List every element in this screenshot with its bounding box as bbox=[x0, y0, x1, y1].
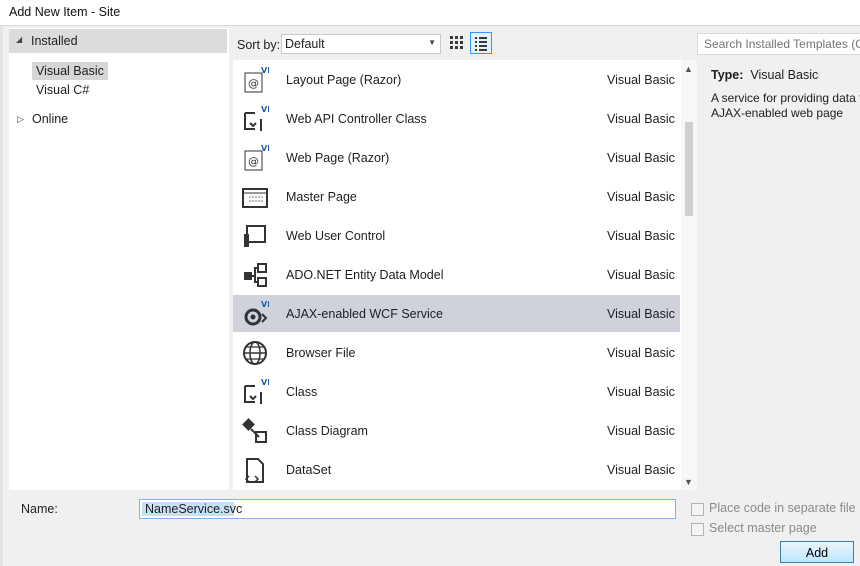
search-templates-field[interactable] bbox=[697, 33, 860, 55]
template-list[interactable]: @ VB Layout Page (Razor) Visual Basic VB… bbox=[233, 60, 681, 490]
template-row[interactable]: VB Web API Controller Class Visual Basic bbox=[233, 100, 680, 137]
template-name: Web API Controller Class bbox=[286, 112, 427, 126]
scrollbar-thumb[interactable] bbox=[685, 122, 693, 216]
template-name: Class bbox=[286, 385, 318, 399]
template-type-label: Type: bbox=[711, 68, 744, 82]
toolbar: Sort by: Default ▼ bbox=[233, 30, 693, 58]
scroll-up-icon[interactable]: ▲ bbox=[684, 64, 693, 74]
template-row[interactable]: Browser File Visual Basic bbox=[233, 334, 680, 371]
search-input[interactable] bbox=[702, 36, 860, 52]
template-type-value: Visual Basic bbox=[750, 68, 819, 82]
template-language: Visual Basic bbox=[607, 112, 675, 126]
grid-view-icon bbox=[450, 36, 463, 49]
svg-text:VB: VB bbox=[261, 300, 269, 309]
template-description: A service for providing data to an AJAX-… bbox=[711, 91, 860, 120]
checkbox-box[interactable] bbox=[691, 523, 704, 536]
select-master-page-checkbox[interactable]: Select master page bbox=[691, 521, 860, 537]
dataset-icon bbox=[244, 458, 264, 483]
svg-text:VB: VB bbox=[261, 144, 269, 153]
template-language: Visual Basic bbox=[607, 268, 675, 282]
window-title: Add New Item - Site bbox=[9, 5, 121, 19]
template-name: ADO.NET Entity Data Model bbox=[286, 268, 444, 282]
chevron-down-icon: ▼ bbox=[428, 38, 436, 47]
category-tree: ◢ Installed Visual Basic Visual C# ▷ Onl… bbox=[9, 28, 229, 490]
wcf-service-icon: VB bbox=[244, 300, 269, 326]
template-name: Web Page (Razor) bbox=[286, 151, 390, 165]
template-name: Master Page bbox=[286, 190, 357, 204]
template-name: Layout Page (Razor) bbox=[286, 73, 402, 87]
browser-file-icon bbox=[243, 341, 267, 365]
name-input[interactable] bbox=[143, 501, 667, 517]
template-row-selected[interactable]: VB AJAX-enabled WCF Service Visual Basic bbox=[233, 295, 680, 332]
svg-text:VB: VB bbox=[261, 66, 269, 75]
template-row[interactable]: Master Page Visual Basic bbox=[233, 178, 680, 215]
template-language: Visual Basic bbox=[607, 190, 675, 204]
template-details-pane: Type: Visual Basic A service for providi… bbox=[703, 60, 860, 490]
class-icon: VB bbox=[244, 378, 269, 404]
template-name: AJAX-enabled WCF Service bbox=[286, 307, 444, 321]
medium-icons-view-button[interactable] bbox=[446, 32, 468, 54]
list-view-icon bbox=[475, 37, 487, 51]
collapsed-arrow-icon[interactable]: ▷ bbox=[17, 114, 24, 125]
razor-page-icon: @ VB bbox=[244, 144, 269, 171]
template-row[interactable]: Class Diagram Visual Basic bbox=[233, 412, 680, 449]
checkbox-box[interactable] bbox=[691, 503, 704, 516]
entity-model-icon bbox=[244, 263, 267, 287]
select-master-label: Select master page bbox=[709, 521, 817, 535]
template-language: Visual Basic bbox=[607, 385, 675, 399]
template-language: Visual Basic bbox=[607, 229, 675, 243]
template-list-scrollbar[interactable]: ▲ ▼ bbox=[681, 60, 697, 490]
template-name: Web User Control bbox=[286, 229, 386, 243]
template-row[interactable]: @ VB Web Page (Razor) Visual Basic bbox=[233, 139, 680, 176]
place-code-label: Place code in separate file bbox=[709, 501, 856, 515]
template-row[interactable]: @ VB Layout Page (Razor) Visual Basic bbox=[233, 61, 680, 98]
template-row[interactable]: ADO.NET Entity Data Model Visual Basic bbox=[233, 256, 680, 293]
tree-item-visual-basic[interactable]: Visual Basic bbox=[32, 62, 108, 80]
user-control-icon bbox=[244, 225, 266, 247]
template-language: Visual Basic bbox=[607, 307, 675, 321]
template-name: Browser File bbox=[286, 346, 356, 360]
template-row[interactable]: DataSet Visual Basic bbox=[233, 451, 680, 488]
expanded-arrow-icon[interactable]: ◢ bbox=[16, 35, 22, 44]
template-name: Class Diagram bbox=[286, 424, 368, 438]
add-button[interactable]: Add bbox=[780, 541, 854, 563]
title-bar: Add New Item - Site bbox=[0, 0, 860, 26]
sort-by-dropdown[interactable]: Default ▼ bbox=[281, 34, 441, 54]
tree-node-installed[interactable]: ◢ Installed bbox=[9, 29, 227, 53]
tree-item-visual-csharp[interactable]: Visual C# bbox=[32, 81, 93, 99]
tree-node-online-label: Online bbox=[32, 112, 69, 126]
svg-text:@: @ bbox=[248, 155, 259, 168]
svg-text:VB: VB bbox=[261, 105, 269, 114]
template-type: Type: Visual Basic bbox=[711, 68, 818, 82]
template-row[interactable]: Web User Control Visual Basic bbox=[233, 217, 680, 254]
template-language: Visual Basic bbox=[607, 463, 675, 477]
list-details-view-button[interactable] bbox=[470, 32, 492, 54]
tree-node-installed-label: Installed bbox=[31, 34, 78, 48]
template-language: Visual Basic bbox=[607, 151, 675, 165]
place-code-separate-file-checkbox[interactable]: Place code in separate file bbox=[691, 501, 860, 517]
razor-page-icon: @ VB bbox=[244, 66, 269, 93]
svg-text:VB: VB bbox=[261, 378, 269, 387]
name-label: Name: bbox=[21, 502, 58, 516]
sort-by-label: Sort by: bbox=[237, 38, 281, 52]
template-language: Visual Basic bbox=[607, 73, 675, 87]
template-row[interactable]: VB Class Visual Basic bbox=[233, 373, 680, 410]
template-language: Visual Basic bbox=[607, 346, 675, 360]
master-page-icon bbox=[242, 188, 268, 208]
controller-class-icon: VB bbox=[244, 105, 269, 131]
template-language: Visual Basic bbox=[607, 424, 675, 438]
svg-text:@: @ bbox=[248, 77, 259, 90]
template-name: DataSet bbox=[286, 463, 332, 477]
name-field[interactable] bbox=[139, 499, 676, 519]
sort-by-value: Default bbox=[285, 37, 325, 51]
class-diagram-icon bbox=[242, 418, 267, 443]
window-left-edge bbox=[0, 26, 3, 566]
scroll-down-icon[interactable]: ▼ bbox=[684, 477, 693, 487]
